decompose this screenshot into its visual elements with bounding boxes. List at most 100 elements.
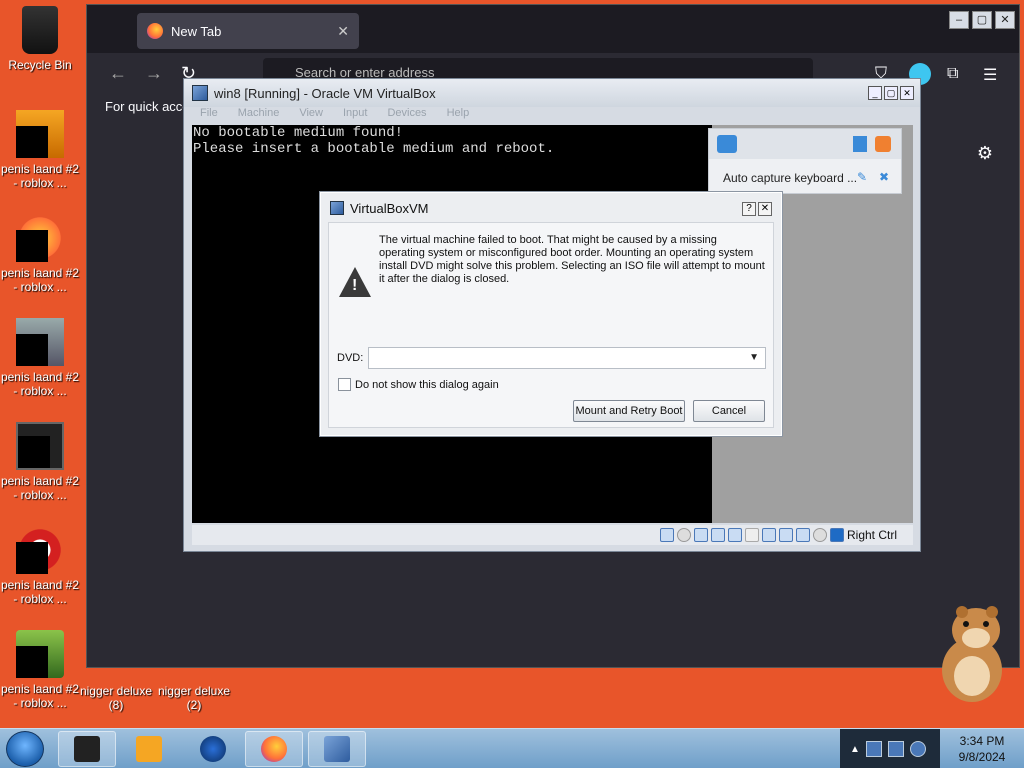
clock[interactable]: 3:34 PM 9/8/2024 [940,733,1024,765]
display-icon[interactable] [761,528,776,542]
desktop-icon-label: penis laand #2 - roblox ... [0,474,80,502]
desktop-icon-label: penis laand #2 - roblox ... [0,266,80,294]
virtualbox-icon [324,736,350,762]
host-key-label: Right Ctrl [846,528,897,542]
close-tab-icon[interactable]: ✕ [337,23,349,40]
vb-close-button[interactable]: ✕ [900,86,914,100]
dialog-message: The virtual machine failed to boot. That… [379,234,765,285]
blender-shortcut-icon [16,110,64,158]
app-shortcut-icon [16,526,64,574]
game-shortcut-icon [16,630,64,678]
desktop-icon-2[interactable]: penis laand #2 - roblox ... [0,214,80,294]
dvd-select[interactable]: ▼ [368,347,766,369]
extensions-icon[interactable]: ⧉ [947,65,958,83]
desktop-icon-8[interactable]: nigger deluxe (2) [154,684,234,712]
desktop-icon-1[interactable]: penis laand #2 - roblox ... [0,110,80,190]
desktop-icon-4[interactable]: penis laand #2 - roblox ... [0,422,80,502]
audio-icon[interactable] [693,528,708,542]
vm-screen-line: Please insert a bootable medium and rebo… [193,141,555,157]
vb-statusbar: Right Ctrl [192,525,913,545]
mouse-integration-icon[interactable] [812,528,827,542]
firefox-shortcut-icon [16,214,64,262]
notification-close-all-icon[interactable] [875,136,891,152]
minimize-button[interactable]: – [949,11,969,29]
vb-minimize-button[interactable]: _ [868,86,882,100]
clock-date: 9/8/2024 [958,750,1006,764]
taskbar-item-firefox[interactable] [245,731,303,767]
vb-menubar: File Machine View Input Devices Help [184,107,920,123]
vb-restore-button[interactable]: ▢ [884,86,898,100]
dialog-close-button[interactable]: ✕ [758,202,772,216]
taskbar-item-media[interactable] [120,731,178,767]
keyboard-capture-icon[interactable] [829,528,844,542]
boot-failure-dialog: VirtualBoxVM ? ✕ The virtual machine fai… [319,191,783,437]
virtualbox-icon [192,85,208,101]
settings-gear-icon[interactable]: ⚙ [977,143,993,164]
dont-show-again-checkbox[interactable] [338,378,351,391]
dialog-controls: ? ✕ [742,202,772,216]
chevron-down-icon[interactable]: ▼ [749,352,759,363]
maximize-button[interactable]: ▢ [972,11,992,29]
virtualbox-titlebar: win8 [Running] - Oracle VM VirtualBox [184,79,920,107]
back-arrow-icon[interactable]: ← [109,63,127,84]
desktop-icon-recycle-bin[interactable]: Recycle Bin [0,6,80,72]
dvd-label: DVD: [337,352,364,364]
usb-icon[interactable] [727,528,742,542]
show-hidden-icons[interactable]: ▲ [850,744,860,755]
desktop-icon-label: penis laand #2 - roblox ... [0,682,80,710]
virtualbox-icon [330,201,344,215]
menu-help[interactable]: Help [447,107,470,123]
terminal-shortcut-icon [16,422,64,470]
recycle-bin-icon [22,6,58,54]
close-button[interactable]: ✕ [995,11,1015,29]
notification-header [709,129,901,159]
virtualization-icon[interactable] [795,528,810,542]
volume-tray-icon[interactable] [909,741,926,757]
window-controls: – ▢ ✕ [949,11,1015,29]
menu-devices[interactable]: Devices [387,107,426,123]
dont-show-again-label[interactable]: Do not show this dialog again [355,379,499,391]
desktop-icon-label: penis laand #2 - roblox ... [0,370,80,398]
help-button[interactable]: ? [742,202,756,216]
desktop-icon-label: Recycle Bin [8,58,72,72]
windows-shortcut-icon [16,318,64,366]
desktop-icon-5[interactable]: penis laand #2 - roblox ... [0,526,80,606]
hamster-image [942,606,1002,702]
desktop-icon-7[interactable]: nigger deluxe (8) [76,684,156,712]
menu-icon[interactable]: ☰ [983,65,997,85]
taskbar: ▲ 3:34 PM 9/8/2024 [0,728,1024,768]
network-tray-icon[interactable] [887,741,904,757]
vb-window-controls: _ ▢ ✕ [868,86,914,100]
menu-view[interactable]: View [299,107,323,123]
menu-file[interactable]: File [200,107,218,123]
notification-list-icon[interactable] [853,136,867,152]
menu-machine[interactable]: Machine [238,107,280,123]
forward-arrow-icon[interactable]: → [145,63,163,84]
tab-new-tab[interactable]: New Tab ✕ [137,13,359,49]
video-capture-icon[interactable] [778,528,793,542]
virtualbox-tray-icon[interactable] [865,741,882,757]
desktop-icon-label: penis laand #2 - roblox ... [0,578,80,606]
taskbar-item-terminal[interactable] [58,731,116,767]
optical-drive-icon[interactable] [676,528,691,542]
message-bubble-icon [717,135,737,153]
terminal-app-icon [74,736,100,762]
mount-and-retry-button[interactable]: Mount and Retry Boot [573,400,685,422]
notification-dismiss-icon[interactable]: ✖ [879,170,889,184]
dialog-titlebar: VirtualBoxVM [320,192,782,224]
desktop-icon-label: nigger deluxe (2) [157,684,231,712]
network-icon[interactable] [710,528,725,542]
media-player-icon [136,736,162,762]
desktop-icon-3[interactable]: penis laand #2 - roblox ... [0,318,80,398]
firefox-icon [261,736,287,762]
vb-notification-panel: Auto capture keyboard ... ✎ ✖ [708,128,902,194]
taskbar-item-browser[interactable] [184,731,242,767]
cancel-button[interactable]: Cancel [693,400,765,422]
shared-folders-icon[interactable] [744,528,759,542]
notification-pin-icon[interactable]: ✎ [857,170,867,184]
hard-disk-icon[interactable] [659,528,674,542]
desktop-icon-6[interactable]: penis laand #2 - roblox ... [0,630,80,710]
taskbar-item-virtualbox[interactable] [308,731,366,767]
menu-input[interactable]: Input [343,107,367,123]
start-button[interactable] [6,731,44,767]
